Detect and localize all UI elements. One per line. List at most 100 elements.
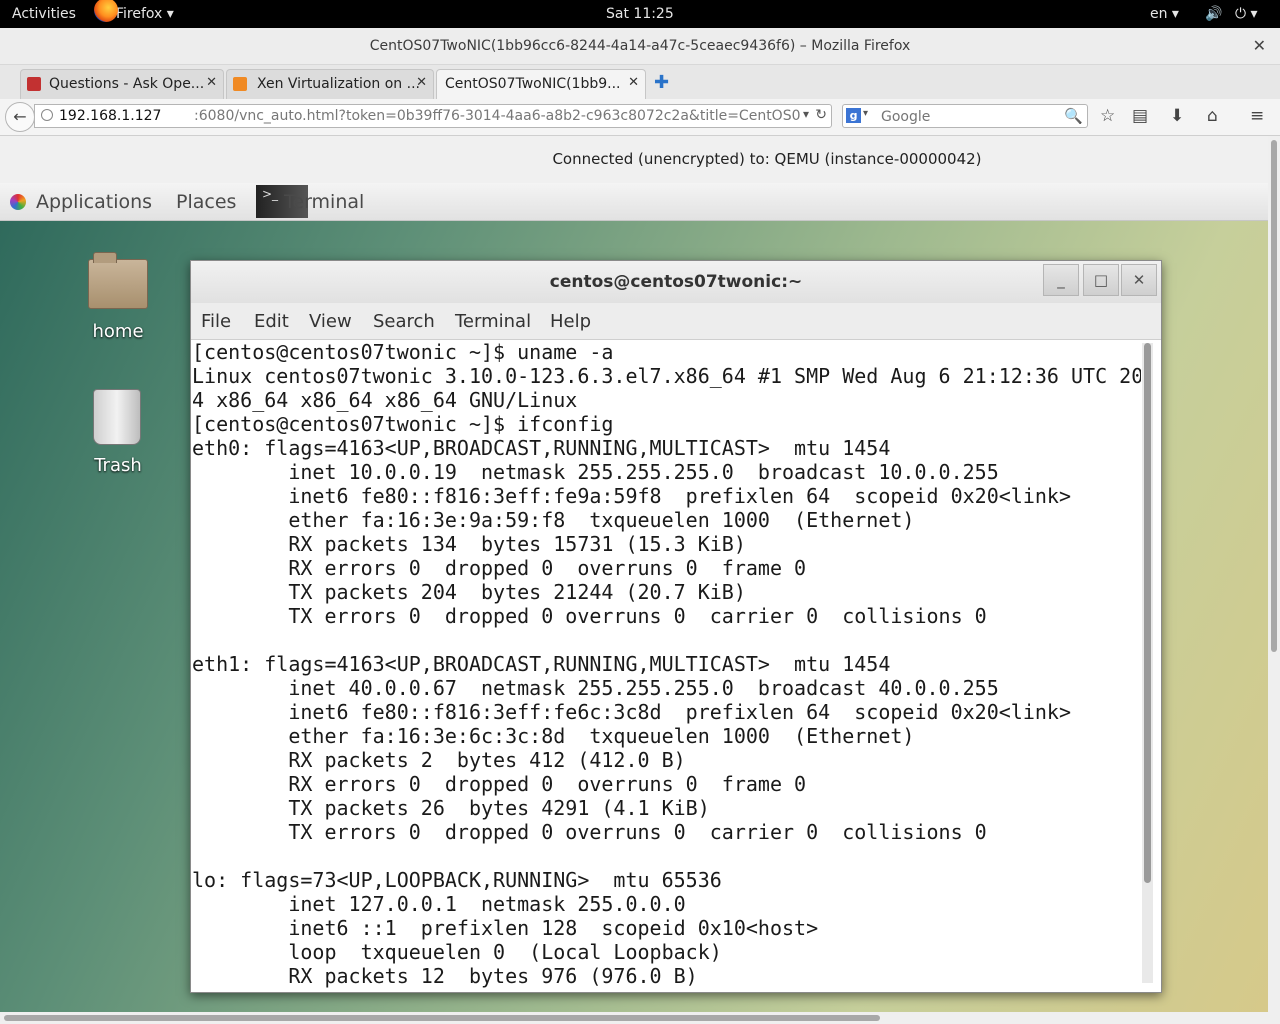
terminal-line: eth0: flags=4163<UP,BROADCAST,RUNNING,MU…: [192, 436, 891, 460]
tab-title: Questions - Ask Ope...: [49, 76, 205, 92]
terminal-line: TX packets 26 bytes 4291 (4.1 KiB): [192, 796, 710, 820]
applications-menu-icon[interactable]: [10, 194, 26, 210]
terminal-line: TX packets 204 bytes 21244 (20.7 KiB): [192, 580, 746, 604]
terminal-line: RX packets 12 bytes 976 (976.0 B): [192, 964, 698, 988]
search-icon[interactable]: 🔍: [1064, 107, 1083, 125]
tab-close-icon[interactable]: ✕: [206, 75, 217, 90]
volume-icon[interactable]: 🔊: [1205, 0, 1222, 28]
window-title: CentOS07TwoNIC(1bb96cc6-8244-4a14-a47c-5…: [369, 38, 911, 54]
tab-close-icon[interactable]: ✕: [416, 75, 427, 90]
page-vertical-scrollbar[interactable]: [1268, 136, 1280, 1012]
clock[interactable]: Sat 11:25: [606, 0, 674, 28]
search-input[interactable]: [879, 107, 1063, 127]
terminal-line: loop txqueuelen 0 (Local Loopback): [192, 940, 722, 964]
terminal-line: eth1: flags=4163<UP,BROADCAST,RUNNING,MU…: [192, 652, 891, 676]
terminal-taskbar-item[interactable]: Terminal: [284, 191, 364, 213]
back-icon[interactable]: ←: [5, 102, 35, 132]
terminal-line: inet6 fe80::f816:3eff:fe6c:3c8d prefixle…: [192, 700, 1071, 724]
terminal-window: centos@centos07twonic:~ _ □ ✕ File Edit …: [190, 260, 1162, 993]
home-icon[interactable]: ⌂: [1207, 106, 1218, 126]
home-folder-icon[interactable]: [88, 252, 148, 309]
tab-questions[interactable]: Questions - Ask Ope... ✕: [20, 69, 224, 99]
terminal-line: TX errors 0 dropped 0 overruns 0 carrier…: [192, 820, 987, 844]
site-identity-icon[interactable]: [41, 109, 53, 121]
terminal-icon-glyph: >_: [262, 187, 279, 201]
minimize-button[interactable]: _: [1043, 264, 1079, 296]
terminal-title: centos@centos07twonic:~: [549, 272, 803, 292]
menu-view[interactable]: View: [309, 311, 352, 332]
app-menu-firefox[interactable]: Firefox ▾: [94, 0, 174, 28]
menu-search[interactable]: Search: [373, 311, 435, 332]
bookmark-star-icon[interactable]: ☆: [1100, 106, 1115, 126]
search-engine-caret-icon[interactable]: ▾: [863, 108, 868, 119]
terminal-line: RX errors 0 dropped 0 overruns 0 frame 0: [192, 556, 807, 580]
tab-strip: Questions - Ask Ope... ✕ Xen Virtualizat…: [0, 65, 1280, 99]
terminal-line: [centos@centos07twonic ~]$ ifconfig: [192, 412, 614, 436]
page-horizontal-scrollbar-thumb[interactable]: [4, 1015, 880, 1021]
terminal-titlebar[interactable]: centos@centos07twonic:~ _ □ ✕: [191, 261, 1161, 303]
search-bar[interactable]: g ▾ 🔍: [842, 104, 1088, 128]
applications-menu[interactable]: Applications: [36, 191, 152, 213]
places-menu[interactable]: Places: [176, 191, 236, 213]
menu-edit[interactable]: Edit: [254, 311, 289, 332]
vnc-connection-status: Connected (unencrypted) to: QEMU (instan…: [552, 150, 982, 168]
url-bar[interactable]: 192.168.1.127 :6080/vnc_auto.html?token=…: [34, 104, 832, 128]
terminal-line: RX errors 0 dropped 0 overruns 0 frame 0: [192, 772, 807, 796]
activities-button[interactable]: Activities: [12, 0, 76, 28]
navigation-toolbar: ← 192.168.1.127 :6080/vnc_auto.html?toke…: [0, 99, 1280, 136]
tab-title: Xen Virtualization on ...: [257, 76, 420, 92]
terminal-line: TX errors 0 dropped 0 overruns 0 carrier…: [192, 604, 987, 628]
page-horizontal-scrollbar[interactable]: [0, 1012, 1280, 1024]
terminal-line: ether fa:16:3e:6c:3c:8d txqueuelen 1000 …: [192, 724, 915, 748]
ask-openstack-favicon-icon: [27, 77, 41, 91]
menu-help[interactable]: Help: [550, 311, 591, 332]
tab-xen-virtualization[interactable]: Xen Virtualization on ... ✕: [226, 69, 434, 99]
maximize-button[interactable]: □: [1083, 264, 1119, 296]
terminal-line: inet6 ::1 prefixlen 128 scopeid 0x10<hos…: [192, 916, 819, 940]
firefox-logo-icon: [94, 0, 118, 22]
terminal-text: [centos@centos07twonic ~]$ uname -a Linux…: [191, 340, 1141, 988]
reload-icon[interactable]: ↻: [815, 107, 827, 123]
power-icon[interactable]: ⏻ ▾: [1235, 0, 1258, 28]
downloads-icon[interactable]: ⬇: [1170, 106, 1184, 126]
url-path: :6080/vnc_auto.html?token=0b39ff76-3014-…: [194, 108, 801, 124]
terminal-line: 4 x86_64 x86_64 x86_64 GNU/Linux: [192, 388, 578, 412]
terminal-line: inet 40.0.0.67 netmask 255.255.255.0 bro…: [192, 676, 999, 700]
terminal-line: ether fa:16:3e:9a:59:f8 txqueuelen 1000 …: [192, 508, 915, 532]
blogger-favicon-icon: [233, 77, 247, 91]
new-tab-icon[interactable]: ✚: [654, 72, 669, 93]
menu-terminal[interactable]: Terminal: [455, 311, 531, 332]
terminal-line: RX packets 134 bytes 15731 (15.3 KiB): [192, 532, 746, 556]
window-close-icon[interactable]: ✕: [1253, 36, 1266, 55]
menu-icon[interactable]: ≡: [1250, 106, 1264, 126]
terminal-line: Linux centos07twonic 3.10.0-123.6.3.el7.…: [192, 364, 1141, 388]
language-indicator[interactable]: en ▾: [1150, 0, 1179, 28]
tab-centos07twonic[interactable]: CentOS07TwoNIC(1bb9... ✕: [436, 69, 646, 99]
tab-close-icon[interactable]: ✕: [628, 75, 639, 90]
home-label[interactable]: home: [80, 321, 156, 342]
trash-label[interactable]: Trash: [80, 455, 156, 476]
app-menu-label: Firefox ▾: [116, 6, 174, 22]
terminal-line: inet 10.0.0.19 netmask 255.255.255.0 bro…: [192, 460, 999, 484]
terminal-scrollbar[interactable]: [1142, 343, 1153, 983]
tab-title: CentOS07TwoNIC(1bb9...: [445, 76, 621, 92]
terminal-line: RX packets 2 bytes 412 (412.0 B): [192, 748, 686, 772]
guest-gnome-panel: Applications Places >_ Terminal: [0, 183, 1268, 221]
terminal-line: lo: flags=73<UP,LOOPBACK,RUNNING> mtu 65…: [192, 868, 722, 892]
url-history-dropdown-icon[interactable]: ▾: [803, 107, 809, 121]
terminal-menubar: File Edit View Search Terminal Help: [191, 303, 1161, 340]
bookmarks-list-icon[interactable]: ▤: [1132, 106, 1148, 126]
gnome-top-bar: Activities Firefox ▾ Sat 11:25 en ▾ 🔊 ⏻ …: [0, 0, 1280, 28]
url-host: 192.168.1.127: [59, 108, 162, 124]
page-vertical-scrollbar-thumb[interactable]: [1271, 140, 1277, 652]
terminal-scrollbar-thumb[interactable]: [1144, 343, 1151, 883]
terminal-output[interactable]: [centos@centos07twonic ~]$ uname -a Linux…: [191, 340, 1141, 990]
close-button[interactable]: ✕: [1121, 264, 1157, 296]
trash-icon[interactable]: [93, 389, 141, 445]
menu-file[interactable]: File: [201, 311, 231, 332]
terminal-line: inet 127.0.0.1 netmask 255.0.0.0: [192, 892, 686, 916]
window-titlebar: CentOS07TwoNIC(1bb96cc6-8244-4a14-a47c-5…: [0, 28, 1280, 65]
google-engine-icon[interactable]: g: [846, 108, 861, 123]
